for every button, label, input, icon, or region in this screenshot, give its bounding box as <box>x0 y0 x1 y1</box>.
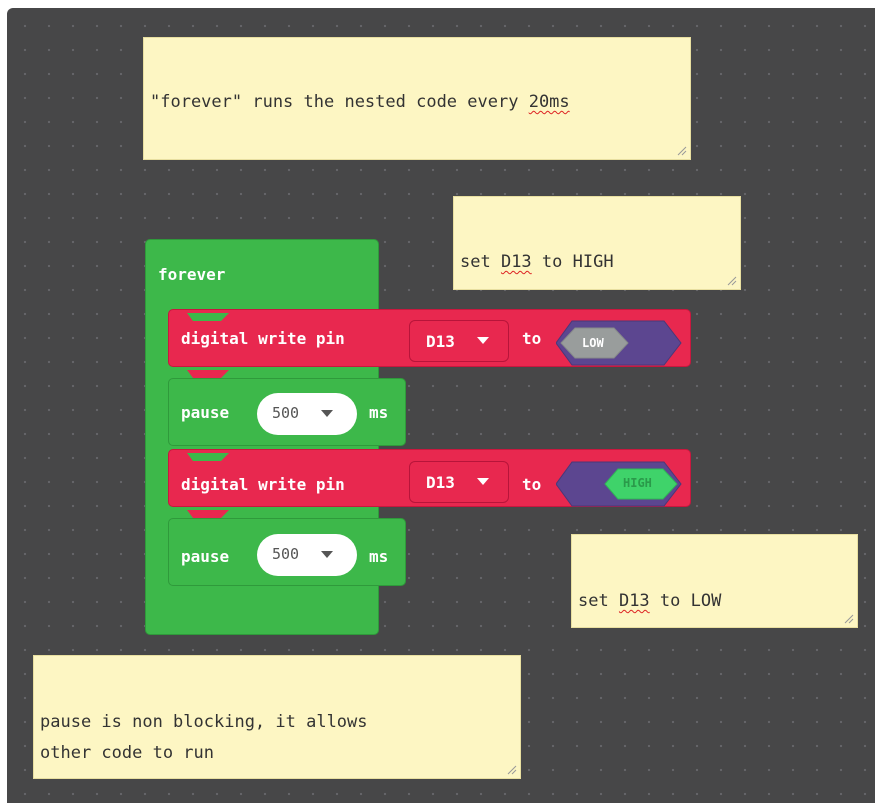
chevron-down-icon <box>477 478 489 485</box>
chevron-down-icon <box>321 551 333 558</box>
forever-label: forever <box>158 265 226 284</box>
pause-label-1: pause <box>181 403 230 422</box>
pin-dropdown-value: D13 <box>426 473 455 492</box>
comment-text-part: to LOW <box>649 591 722 611</box>
comment-pause-line-1: pause is non blocking, it allows <box>40 712 368 732</box>
digital-write-label-2: digital write pin <box>181 475 345 494</box>
comment-forever-text: "forever" runs the nested code every 20m… <box>150 89 570 116</box>
resize-handle-icon[interactable] <box>727 276 737 286</box>
comment-set-low[interactable]: set D13 to LOW <box>571 534 858 628</box>
resize-handle-icon[interactable] <box>507 765 517 775</box>
ms-label-2: ms <box>369 547 389 566</box>
digital-write-label-1: digital write pin <box>181 329 345 348</box>
block-notch <box>187 449 235 461</box>
comment-pause[interactable]: pause is non blocking, it allows other c… <box>33 655 521 779</box>
comment-text-part: set <box>578 591 619 611</box>
pause-duration-dropdown-1[interactable]: 500 <box>257 393 357 435</box>
pin-dropdown-1[interactable]: D13 <box>409 320 509 362</box>
chevron-down-icon <box>321 410 333 417</box>
pin-dropdown-value: D13 <box>426 332 455 351</box>
block-notch <box>187 309 235 321</box>
logic-high-reporter[interactable] <box>556 461 682 507</box>
resize-handle-icon[interactable] <box>844 614 854 624</box>
comment-text-part: "forever" runs the nested code every <box>150 92 529 112</box>
pause-duration-value: 500 <box>272 545 300 563</box>
to-label-2: to <box>522 475 542 494</box>
comment-set-high-text: set D13 to HIGH <box>460 249 614 276</box>
spellcheck-word: 20ms <box>528 92 570 112</box>
comment-set-low-text: set D13 to LOW <box>578 588 721 615</box>
high-value: HIGH <box>623 476 652 490</box>
pause-duration-dropdown-2[interactable]: 500 <box>257 534 357 576</box>
comment-set-high[interactable]: set D13 to HIGH <box>453 196 741 290</box>
block-tab <box>187 506 235 518</box>
pause-label-2: pause <box>181 547 230 566</box>
pause-duration-value: 500 <box>272 404 300 422</box>
logic-low-reporter[interactable] <box>556 320 682 366</box>
spellcheck-word: D13 <box>618 591 650 611</box>
ms-label-1: ms <box>369 403 389 422</box>
comment-pause-line-2: other code to run <box>40 743 214 763</box>
chevron-down-icon <box>477 337 489 344</box>
block-tab <box>187 585 235 597</box>
pin-dropdown-2[interactable]: D13 <box>409 461 509 503</box>
comment-forever[interactable]: "forever" runs the nested code every 20m… <box>143 37 691 160</box>
spellcheck-word: D13 <box>500 252 532 272</box>
comment-text-part: set <box>460 252 501 272</box>
to-label-1: to <box>522 329 542 348</box>
low-value: LOW <box>582 336 604 350</box>
comment-text-part: to HIGH <box>531 252 614 272</box>
resize-handle-icon[interactable] <box>677 146 687 156</box>
block-tab <box>187 366 235 378</box>
